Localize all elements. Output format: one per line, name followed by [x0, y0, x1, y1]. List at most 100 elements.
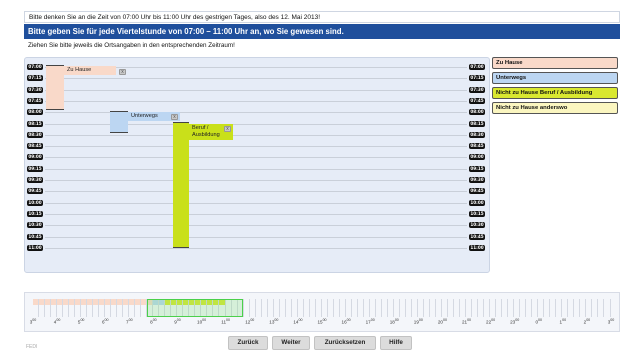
timeline-row-line	[45, 78, 467, 80]
timeline-row-line	[45, 213, 467, 215]
overview-cells	[33, 299, 611, 317]
date-hint: Bitte denken Sie an die Zeit von 07:00 U…	[24, 11, 620, 23]
time-label-right: 10:00	[469, 199, 485, 206]
help-button[interactable]: Hilfe	[380, 336, 412, 350]
time-label-right: 08:30	[469, 131, 485, 138]
time-label-right: 07:30	[469, 86, 485, 93]
overview-hour-label: 900	[174, 318, 181, 325]
time-label-left: 08:30	[27, 131, 43, 138]
timeline-row-line	[45, 100, 467, 102]
overview-hour-label: 400	[53, 318, 61, 325]
overview-hour-label: 1000	[197, 318, 207, 325]
overview-hour-label: 1700	[365, 318, 375, 325]
legend-item-home[interactable]: Zu Hause	[492, 57, 618, 69]
button-row: Zurück Weiter Zurücksetzen Hilfe	[0, 336, 621, 352]
overview-cell[interactable]	[604, 299, 611, 317]
question-title: Bitte geben Sie für jede Viertelstunde v…	[24, 24, 620, 39]
legend-item-elsewhere[interactable]: Nicht zu Hause anderswo	[492, 102, 618, 114]
overview-hour-label: 800	[150, 318, 157, 325]
timeline-row-line	[45, 225, 467, 227]
time-label-right: 11:00	[469, 244, 485, 251]
overview-hour-label: 1500	[317, 318, 327, 325]
overview-hours: 300 400 500 600 700 800 900 1000 1100 1200 1300 140…	[29, 318, 615, 328]
time-label-right: 09:45	[469, 188, 485, 195]
overview-hour-label: 2000	[437, 318, 447, 325]
reset-button[interactable]: Zurücksetzen	[314, 336, 376, 350]
timeline-block-home[interactable]: Zu Hause x	[46, 65, 126, 110]
timeline-row-line	[45, 157, 467, 159]
time-label-right: 09:30	[469, 177, 485, 183]
time-label-left: 10:45	[27, 233, 43, 240]
overview-hour-label: 1200	[245, 318, 255, 325]
time-label-left: 10:15	[27, 210, 43, 217]
overview-hour-label: 1300	[269, 318, 279, 325]
time-label-right: 07:15	[469, 75, 485, 82]
overview-hour-label: 2300	[510, 318, 520, 325]
overview-hour-label: 2200	[486, 318, 496, 325]
timeline-block-work[interactable]: Beruf / Ausbildung x	[173, 122, 233, 248]
timeline-row-line	[45, 191, 467, 193]
time-label-left: 08:00	[27, 109, 43, 116]
timeline-block-travel[interactable]: Unterwegs x	[110, 111, 180, 133]
timeline-row-line	[45, 134, 467, 136]
legend-item-work[interactable]: Nicht zu Hause Beruf / Ausbildung	[492, 87, 618, 99]
overview-hour-label: 300	[607, 318, 615, 325]
timeline-row-line	[45, 202, 467, 204]
time-label-right: 08:15	[469, 120, 485, 127]
overview-hour-label: 1600	[341, 318, 351, 325]
overview-selection[interactable]	[147, 299, 243, 317]
timeline-row-line	[45, 112, 467, 114]
instruction-text: Ziehen Sie bitte jeweils die Ortsangaben…	[28, 42, 235, 49]
time-label-left: 07:30	[27, 86, 43, 93]
time-label-right: 08:00	[469, 109, 485, 116]
time-label-left: 09:15	[27, 165, 43, 172]
legend-item-travel[interactable]: Unterwegs	[492, 72, 618, 84]
timeline-row-line	[45, 247, 467, 249]
time-label-left: 07:45	[27, 97, 43, 104]
time-label-right: 09:15	[469, 165, 485, 172]
time-label-left: 07:15	[27, 75, 43, 82]
time-label-right: 07:45	[469, 97, 485, 104]
overview-hour-label: 700	[126, 318, 133, 325]
time-label-right: 07:00	[469, 64, 485, 70]
time-label-left: 08:45	[27, 143, 43, 150]
close-icon[interactable]: x	[171, 114, 178, 120]
overview-hour-label: 2100	[461, 318, 472, 325]
overview-hour-label: 000	[535, 318, 543, 325]
timeline-row-line	[45, 146, 467, 148]
close-icon[interactable]: x	[224, 126, 231, 132]
overview-hour-label: 100	[559, 318, 567, 325]
timeline-row-line	[45, 89, 467, 91]
time-label-right: 10:30	[469, 222, 485, 229]
overview-hour-label: 1100	[221, 318, 231, 325]
timeline-block-home-label: Zu Hause	[64, 66, 116, 75]
time-label-left: 09:30	[27, 177, 43, 183]
location-legend: Zu Hause Unterwegs Nicht zu Hause Beruf …	[492, 57, 618, 117]
time-label-left: 11:00	[27, 244, 43, 251]
overview-hour-label: 1900	[413, 318, 423, 325]
time-label-left: 09:00	[27, 154, 43, 161]
overview-hour-label: 1400	[293, 318, 303, 325]
time-label-left: 10:00	[27, 199, 43, 206]
timeline-row-line	[45, 123, 467, 125]
timeline-row-line	[45, 236, 467, 238]
time-label-left: 08:15	[27, 120, 43, 127]
time-label-right: 08:45	[469, 143, 485, 150]
timeline-row-line	[45, 180, 467, 181]
day-overview: 300 400 500 600 700 800 900 1000 1100 1200 1300 140…	[24, 292, 620, 332]
time-label-right: 09:00	[469, 154, 485, 161]
back-button[interactable]: Zurück	[228, 336, 268, 350]
overview-hour-label: 1800	[389, 318, 399, 325]
time-label-left: 07:00	[27, 64, 43, 70]
overview-hour-label: 300	[29, 318, 37, 325]
time-label-right: 10:15	[469, 210, 485, 217]
timeline-row-line	[45, 168, 467, 170]
time-label-left: 10:30	[27, 222, 43, 229]
overview-hour-label: 600	[101, 318, 109, 325]
timeline-panel: 07:00 07:00 07:15 07:15 07:30 07:30 07:45 07:45…	[24, 57, 490, 273]
next-button[interactable]: Weiter	[272, 336, 310, 350]
close-icon[interactable]: x	[119, 69, 126, 75]
time-label-left: 09:45	[27, 188, 43, 195]
survey-page: Bitte denken Sie an die Zeit von 07:00 U…	[0, 0, 621, 355]
overview-hour-label: 500	[77, 318, 85, 325]
